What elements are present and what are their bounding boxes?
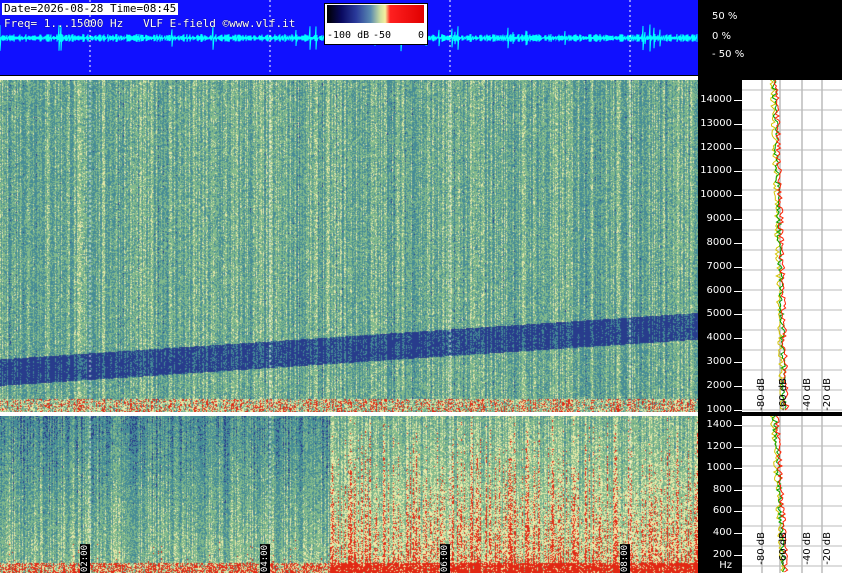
time-marker-0200: 02:00 [80,544,90,573]
spectrogram-low-band-canvas [0,416,698,573]
spectrogram-full-band-canvas [0,80,698,412]
spectrum-profile-full [742,79,842,412]
freq-low-tick: 400 [712,527,732,539]
freq-low-tick-mark [734,489,742,491]
color-scale-legend: -100 dB -50 0 [324,3,428,45]
time-marker-0600: 06:00 [440,544,450,573]
freq-full-tick-mark [734,290,742,292]
db-label-60-bottom: -60 dB [778,532,789,565]
waveform-pct-bottom: - 50 % [712,49,745,60]
freq-full-tick-mark [734,195,742,197]
freq-full-tick: 12000 [700,141,732,153]
freq-full-tick-mark [734,266,742,268]
colorbar-label-max: 0 [418,30,425,41]
spectrogram-low-band [0,416,698,573]
freq-full-tick: 10000 [700,189,732,201]
freq-full-tick-mark [734,242,742,244]
freq-full-tick-mark [734,100,742,101]
freq-full-tick: 1000 [706,403,732,415]
freq-low-tick: 600 [712,505,732,517]
freq-low-tick-mark [734,554,742,556]
frequency-axis-full: 14000 13000 12000 11000 10000 9000 8000 7000 600… [698,80,742,415]
freq-full-tick-mark [734,171,742,173]
db-label-40-top: -40 dB [802,378,813,411]
color-scale-gradient [327,5,424,23]
freq-full-tick-mark [734,385,742,387]
freq-full-tick: 2000 [706,379,732,391]
freq-full-tick: 11000 [700,165,732,177]
freq-full-tick-mark [734,361,742,363]
freq-full-tick: 14000 [700,94,732,105]
db-label-80-bottom: -80 dB [756,532,767,565]
freq-low-tick-mark [734,511,742,513]
freq-low-tick-mark [734,425,742,426]
freq-low-tick-mark [734,468,742,470]
spectrum-profile-full-plot [742,79,842,412]
freq-full-tick: 8000 [706,236,732,248]
db-label-20-top: -20 dB [822,378,833,411]
frequency-axis-low: 1400 1200 1000 800 600 400 200 Hz [698,416,742,573]
freq-full-tick-mark [734,314,742,316]
freq-full-tick: 4000 [706,332,732,344]
frequency-label: Freq= 1...15000 Hz VLF E-field ©www.vlf.… [4,17,296,30]
freq-full-tick: 13000 [700,117,732,129]
db-label-20-bottom: -20 dB [822,532,833,565]
colorbar-label-mid: -50 [373,30,392,41]
freq-full-tick: 6000 [706,284,732,296]
time-marker-0800: 08:00 [620,544,630,573]
freq-full-tick-mark [734,123,742,125]
freq-full-tick-mark [734,409,742,411]
freq-low-tick-mark [734,446,742,448]
db-label-60-top: -60 dB [778,378,789,411]
time-marker-0400: 04:00 [260,544,270,573]
freq-full-tick-mark [734,147,742,149]
date-time-label: Date=2026-08-28 Time=08:45 [2,2,179,15]
freq-low-tick-mark [734,533,742,535]
db-label-40-bottom: -40 dB [802,532,813,565]
freq-low-tick: 200 Hz [712,548,732,571]
db-label-80-top: -80 dB [756,378,767,411]
freq-low-tick: 1400 [706,419,732,430]
spectrogram-full-band [0,80,698,412]
freq-full-tick: 3000 [706,355,732,367]
colorbar-label-min: -100 dB [327,30,370,41]
freq-low-tick: 800 [712,483,732,495]
freq-full-tick-mark [734,338,742,340]
waveform-panel: Date=2026-08-28 Time=08:45 Freq= 1...150… [0,0,698,75]
freq-low-tick: 1200 [706,440,732,452]
freq-low-tick: 1000 [706,462,732,474]
vlf-spectrogram-viewer: Date=2026-08-28 Time=08:45 Freq= 1...150… [0,0,842,573]
freq-full-tick-mark [734,219,742,221]
freq-full-tick: 7000 [706,260,732,272]
freq-full-tick: 9000 [706,213,732,225]
freq-full-tick: 5000 [706,308,732,320]
waveform-pct-top: 50 % [712,11,738,22]
waveform-pct-mid: 0 % [712,31,732,42]
